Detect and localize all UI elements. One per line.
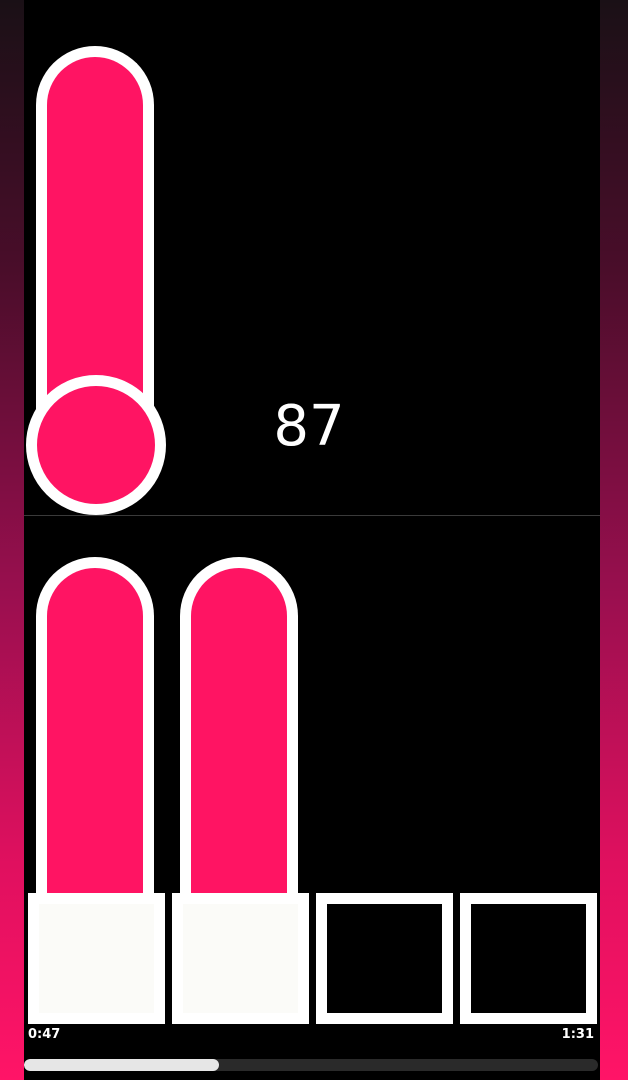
slot-4 [460,893,597,1024]
progress-bar-1 [36,557,154,902]
slot-1 [28,893,165,1024]
elapsed-time: 0:47 [28,1027,61,1042]
game-stage: 87 0:47 1:31 [24,0,600,1080]
section-divider [24,515,600,516]
duration-time: 1:31 [561,1027,594,1042]
slot-2 [172,893,309,1024]
thermometer-bulb [26,375,166,515]
seek-bar-fill [24,1059,220,1071]
slot-3 [316,893,453,1024]
seek-bar[interactable] [24,1059,598,1071]
score-display: 87 [273,394,345,459]
thermometer-tube [36,46,154,426]
progress-bar-2 [180,557,298,902]
